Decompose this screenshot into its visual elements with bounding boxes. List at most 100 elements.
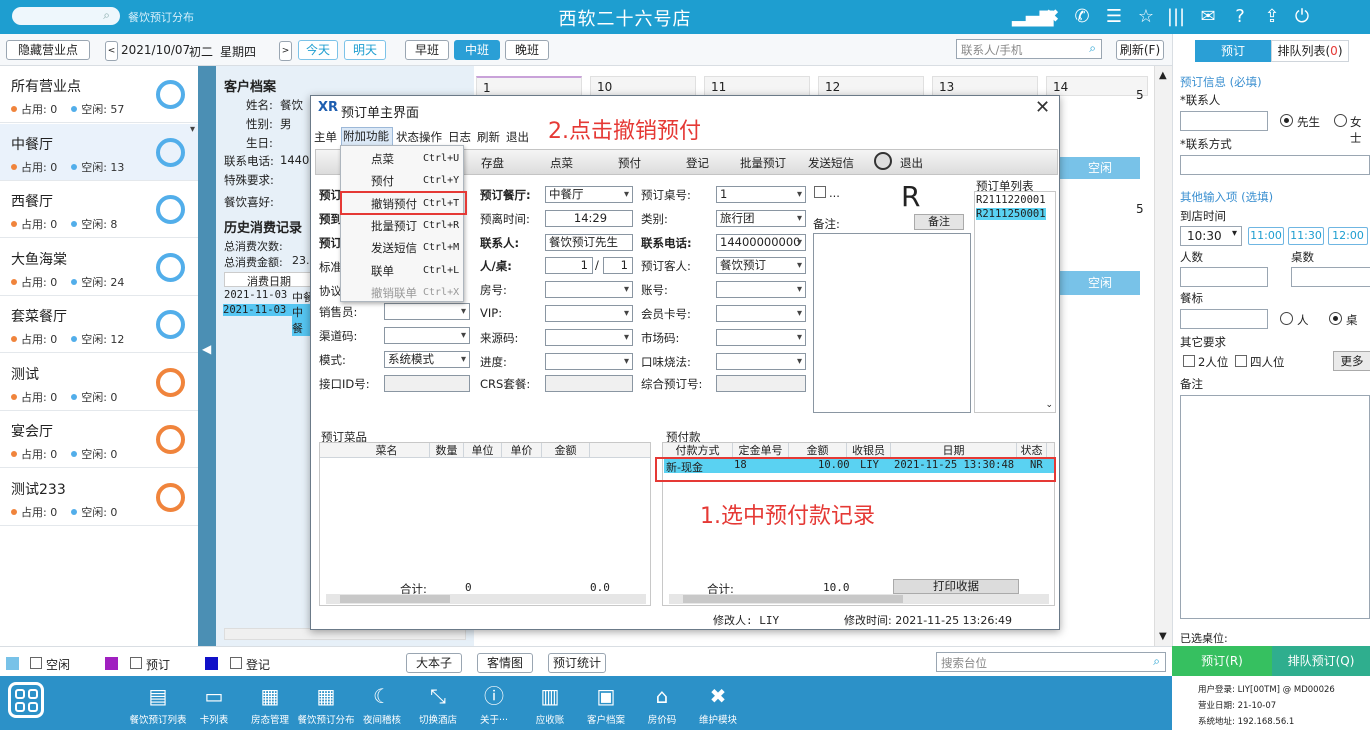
- prev-day-button[interactable]: <: [105, 41, 118, 61]
- mail-icon[interactable]: ✉: [1196, 6, 1220, 28]
- next-day-button[interactable]: >: [279, 41, 292, 61]
- dock-item-booking-list[interactable]: ▤ 餐饮预订列表: [128, 684, 188, 726]
- booking-list-item[interactable]: R2111220001: [976, 194, 1046, 206]
- collapse-divider[interactable]: ◀: [198, 66, 216, 646]
- time-1130-button[interactable]: 11:30: [1288, 227, 1324, 245]
- prepay-scrollbar[interactable]: [669, 594, 1049, 604]
- account-select[interactable]: [716, 281, 806, 298]
- time-1200-button[interactable]: 12:00: [1328, 227, 1368, 245]
- table-tile[interactable]: 14: [1046, 76, 1148, 96]
- app-logo-icon[interactable]: [8, 682, 44, 718]
- big-book-button[interactable]: 大本子: [406, 653, 462, 673]
- contact-input[interactable]: 餐饮预订先生: [545, 234, 633, 251]
- dock-item-room-status[interactable]: ▦ 房态管理: [240, 684, 300, 726]
- radio-mr[interactable]: [1280, 114, 1293, 127]
- venue-item[interactable]: 套菜餐厅 占用: 0 空闲: 12: [0, 296, 198, 353]
- dock-item-about[interactable]: ⓘ 关于···: [464, 684, 524, 726]
- table-tile[interactable]: 13: [932, 76, 1038, 96]
- menu-refresh[interactable]: 刷新: [477, 129, 500, 145]
- menu-status[interactable]: 状态操作: [396, 129, 442, 145]
- table-tile[interactable]: 12: [818, 76, 924, 96]
- legend-free-checkbox[interactable]: [30, 657, 42, 669]
- remark-button[interactable]: 备注: [914, 214, 964, 230]
- vip-select[interactable]: [545, 305, 633, 322]
- remark-textarea[interactable]: [1180, 395, 1370, 619]
- card-select[interactable]: [716, 305, 806, 322]
- tb-prepay-button[interactable]: 预付: [618, 155, 641, 171]
- menu-log[interactable]: 日志: [448, 129, 471, 145]
- booking-list-item[interactable]: R2111250001: [976, 208, 1046, 220]
- scroll-down-icon[interactable]: ▼: [1159, 631, 1167, 642]
- tab-booking[interactable]: 预订: [1195, 40, 1271, 62]
- dock-item-maintenance[interactable]: ✖ 维护模块: [688, 684, 748, 726]
- venue-item[interactable]: 西餐厅 占用: 0 空闲: 8: [0, 181, 198, 238]
- checkbox-four-seat[interactable]: [1235, 355, 1247, 367]
- columns-icon[interactable]: |||: [1164, 6, 1188, 28]
- tb-register-button[interactable]: 登记: [686, 155, 709, 171]
- dock-item-switch-hotel[interactable]: ⤡ 切换酒店: [408, 684, 468, 726]
- source-select[interactable]: [545, 329, 633, 346]
- combo-input[interactable]: [716, 375, 806, 392]
- table-search-input[interactable]: 搜索台位 ⌕: [936, 652, 1166, 672]
- std-input[interactable]: [1180, 309, 1268, 329]
- legend-reg-checkbox[interactable]: [230, 657, 242, 669]
- sales-select[interactable]: [384, 303, 470, 320]
- dock-item-card-list[interactable]: ▭ 卡列表: [184, 684, 244, 726]
- venue-item[interactable]: 中餐厅 占用: 0 空闲: 13: [0, 123, 198, 181]
- venue-item[interactable]: 测试 占用: 0 空闲: 0: [0, 354, 198, 411]
- book-button[interactable]: 预订(R): [1172, 646, 1272, 676]
- tables-input[interactable]: [1291, 267, 1370, 287]
- venue-item[interactable]: 测试233 占用: 0 空闲: 0: [0, 469, 198, 526]
- restaurant-select[interactable]: 中餐厅: [545, 186, 633, 203]
- tb-sms-button[interactable]: 发送短信: [808, 155, 854, 171]
- iface-input[interactable]: [384, 375, 470, 392]
- exit-icon[interactable]: [874, 152, 892, 170]
- mode-select[interactable]: 系统模式: [384, 351, 470, 368]
- star-icon[interactable]: ☆: [1134, 6, 1158, 28]
- taste-select[interactable]: [716, 353, 806, 370]
- progress-select[interactable]: [545, 353, 633, 370]
- shift-noon-button[interactable]: 中班: [454, 40, 500, 60]
- people-input[interactable]: [1180, 267, 1268, 287]
- help-icon[interactable]: ?: [1228, 6, 1252, 28]
- shift-morning-button[interactable]: 早班: [405, 40, 449, 60]
- dock-item-booking-distribution[interactable]: ▦ 餐饮预订分布: [296, 684, 356, 726]
- tb-batch-button[interactable]: 批量预订: [740, 155, 786, 171]
- dishes-scrollbar[interactable]: [326, 594, 646, 604]
- menu-item[interactable]: 联单 Ctrl+L: [341, 260, 465, 282]
- venue-item[interactable]: 宴会厅 占用: 0 空闲: 0: [0, 411, 198, 468]
- time-1100-button[interactable]: 11:00: [1248, 227, 1284, 245]
- situation-map-button[interactable]: 客情图: [477, 653, 533, 673]
- market-select[interactable]: [716, 329, 806, 346]
- room-select[interactable]: [545, 281, 633, 298]
- contact-method-input[interactable]: [1180, 155, 1370, 175]
- contact-search-input[interactable]: 联系人/手机 ⌕: [956, 39, 1102, 59]
- menu-item[interactable]: 撤销联单 Ctrl+X: [341, 282, 465, 304]
- menu-item[interactable]: 发送短信 Ctrl+M: [341, 237, 465, 259]
- dock-item-night-audit[interactable]: ☾ 夜间稽核: [352, 684, 412, 726]
- free-status-bar[interactable]: 空闲: [1060, 271, 1140, 295]
- radio-per-person[interactable]: [1280, 312, 1293, 325]
- menu-item[interactable]: 批量预订 Ctrl+R: [341, 215, 465, 237]
- tb-exit-button[interactable]: 退出: [900, 155, 923, 171]
- menu-icon[interactable]: ☰: [1102, 6, 1126, 28]
- menu-item[interactable]: 预付 Ctrl+Y: [341, 170, 465, 192]
- guest-select[interactable]: 餐饮预订: [716, 257, 806, 274]
- venue-item[interactable]: 大鱼海棠 占用: 0 空闲: 24: [0, 239, 198, 296]
- phone-icon[interactable]: ✆: [1070, 6, 1094, 28]
- tb-order-button[interactable]: 点菜: [550, 155, 573, 171]
- channel-select[interactable]: [384, 327, 470, 344]
- dock-item-receivable[interactable]: ▥ 应收账: [520, 684, 580, 726]
- free-status-bar[interactable]: 空闲: [1060, 157, 1140, 179]
- table-no-select[interactable]: 1: [716, 186, 806, 203]
- scroll-up-icon[interactable]: ▲: [1159, 70, 1167, 81]
- tools-icon[interactable]: ✖: [1040, 6, 1064, 28]
- more-button[interactable]: 更多: [1333, 351, 1370, 371]
- print-receipt-button[interactable]: 打印收据: [893, 579, 1019, 594]
- leave-time-input[interactable]: 14:29: [545, 210, 633, 227]
- phone-input[interactable]: 14400000000: [716, 234, 806, 251]
- dialog-close-icon[interactable]: ✕: [1035, 97, 1050, 118]
- share-icon[interactable]: ⇪: [1260, 6, 1284, 28]
- menu-main[interactable]: 主单: [314, 129, 337, 145]
- menu-addon[interactable]: 附加功能: [341, 127, 393, 146]
